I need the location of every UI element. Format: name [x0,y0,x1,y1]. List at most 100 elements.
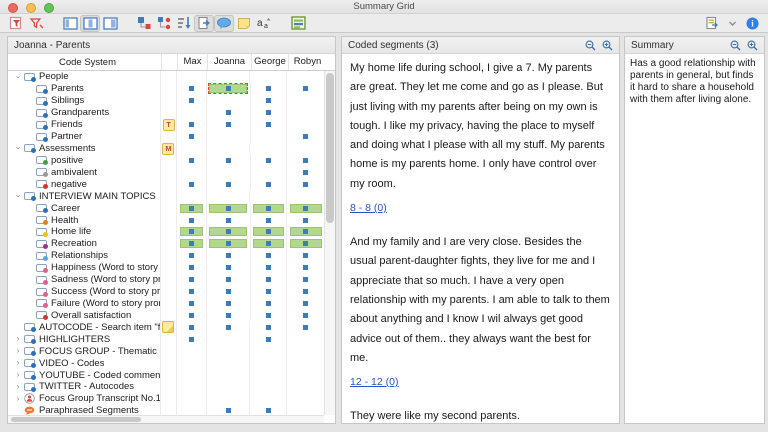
grid-cell-joanna[interactable] [206,357,250,369]
code-name-cell[interactable]: Home life [8,226,160,238]
grid-cell-joanna[interactable] [206,298,250,310]
grid-cell-robyn[interactable] [286,345,324,357]
grid-cell-max[interactable] [176,393,206,405]
grid-cell-max[interactable] [176,178,206,190]
grid-cell-robyn[interactable] [286,369,324,381]
code-name-cell[interactable]: Siblings [8,95,160,107]
grid-cell-robyn[interactable] [286,178,324,190]
grid-cell-george[interactable] [249,393,286,405]
grid-cell-joanna[interactable] [206,190,250,202]
grid-cell-robyn[interactable] [286,309,324,321]
grid-cell-max[interactable] [176,381,206,393]
grid-cell-joanna[interactable] [206,154,250,166]
column-header-joanna[interactable]: Joanna [207,54,251,70]
grid-cell-george[interactable] [250,309,287,321]
grid-cell-robyn[interactable] [286,190,324,202]
grid-cell-george[interactable] [249,321,286,333]
grid-cell-george[interactable] [249,369,286,381]
code-row[interactable]: ›FOCUS GROUP - Thematic codes [8,345,324,357]
export-icon[interactable] [702,15,722,32]
chevron-down-icon[interactable] [722,15,742,32]
column-header-george[interactable]: George [251,54,288,70]
expand-chevron-icon[interactable]: › [12,395,24,403]
grid-cell-max[interactable] [176,214,206,226]
segment-position-link[interactable]: 12 - 12 (0) [350,376,398,388]
code-row[interactable]: Career [8,202,324,214]
grid-cell-robyn[interactable] [286,262,324,274]
grid-cell-max[interactable] [176,357,206,369]
expand-chevron-icon[interactable]: › [12,359,24,367]
memo-icon[interactable] [234,15,254,32]
grid-cell-george[interactable] [249,190,286,202]
grid-cell-robyn[interactable] [286,357,324,369]
grid-cell-joanna[interactable] [206,131,250,143]
grid-cell-joanna[interactable] [206,274,250,286]
top-level-codes-icon[interactable] [134,15,154,32]
collapse-chevron-icon[interactable]: › [14,71,22,83]
grid-cell-joanna[interactable] [206,238,250,250]
grid-cell-joanna[interactable] [206,393,250,405]
grid-cell-max[interactable] [176,119,206,131]
grid-cell-max[interactable] [176,131,206,143]
grid-cell-joanna[interactable] [206,333,250,345]
grid-cell-george[interactable] [250,262,287,274]
sort-icon[interactable] [174,15,194,32]
column-header-max[interactable]: Max [177,54,207,70]
grid-cell-max[interactable] [176,309,206,321]
grid-cell-george[interactable] [249,71,286,83]
grid-cell-max[interactable] [176,107,206,119]
code-row[interactable]: ›AssessmentsM [8,143,324,155]
grid-cell-max[interactable] [176,202,206,214]
grid-cell-robyn[interactable] [286,381,324,393]
grid-cell-robyn[interactable] [286,131,324,143]
origin-source-icon[interactable] [194,15,214,32]
grid-cell-max[interactable] [176,369,206,381]
code-row[interactable]: Home life [8,226,324,238]
grid-cell-george[interactable] [250,274,287,286]
code-name-cell[interactable]: Overall satisfaction [8,309,160,321]
grid-cell-joanna[interactable] [206,226,250,238]
code-row[interactable]: ›YOUTUBE - Coded comments [8,369,324,381]
code-row[interactable]: Failure (Word to story prompts) [8,298,324,310]
subcodes-icon[interactable] [154,15,174,32]
grid-cell-robyn[interactable] [286,226,324,238]
grid-cell-joanna[interactable] [206,119,250,131]
grid-cell-robyn[interactable] [286,286,324,298]
column-header-robyn[interactable]: Robyn [288,54,326,70]
grid-cell-joanna[interactable] [206,83,250,95]
grid-cell-george[interactable] [250,178,287,190]
code-name-cell[interactable]: Failure (Word to story prompts) [8,298,160,310]
code-name-cell[interactable]: Grandparents [8,107,160,119]
grid-cell-robyn[interactable] [286,321,324,333]
grid-cell-max[interactable] [176,226,206,238]
grid-cell-joanna[interactable] [206,95,250,107]
grid-cell-max[interactable] [176,238,206,250]
grid-cell-max[interactable] [176,298,206,310]
grid-cell-joanna[interactable] [206,309,250,321]
code-name-cell[interactable]: Success (Word to story promp [8,286,160,298]
grid-cell-george[interactable] [250,83,287,95]
code-row[interactable]: Health [8,214,324,226]
code-name-cell[interactable]: Parents [8,83,160,95]
summary-editor[interactable]: Has a good relationship with parents in … [625,54,764,423]
grid-cell-joanna[interactable] [206,321,250,333]
code-row[interactable]: ›TWITTER - Autocodes [8,381,324,393]
grid-cell-max[interactable] [176,321,206,333]
code-name-cell[interactable]: Paraphrased Segments [8,405,160,415]
code-name-cell[interactable]: Happiness (Word to story promp [8,262,160,274]
grid-cell-george[interactable] [250,226,287,238]
summary-table-icon[interactable] [288,15,308,32]
code-row[interactable]: Success (Word to story promp [8,286,324,298]
expand-chevron-icon[interactable]: › [12,335,24,343]
grid-cell-max[interactable] [176,71,206,83]
grid-cell-robyn[interactable] [286,405,324,415]
code-row[interactable]: Grandparents [8,107,324,119]
grid-cell-joanna[interactable] [206,71,250,83]
grid-cell-max[interactable] [176,154,206,166]
grid-cell-joanna[interactable] [206,369,250,381]
collapse-chevron-icon[interactable]: › [14,143,22,155]
grid-cell-robyn[interactable] [286,166,324,178]
grid-cell-joanna[interactable] [206,202,250,214]
grid-cell-joanna[interactable] [206,143,250,155]
grid-cell-max[interactable] [176,405,206,415]
